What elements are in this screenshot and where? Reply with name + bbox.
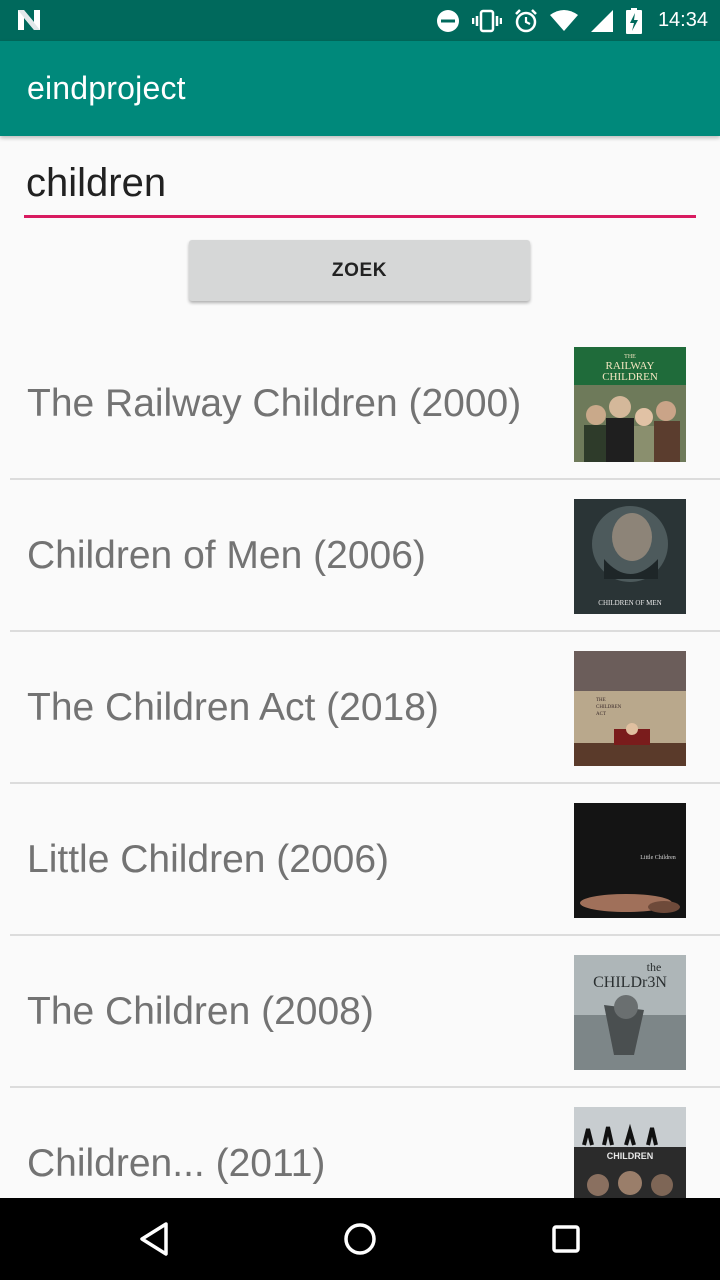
- vibrate-icon: [471, 9, 502, 32]
- poster-text: ACT: [596, 712, 606, 717]
- status-bar: 14:34: [0, 0, 720, 41]
- list-item[interactable]: Little Children (2006) Little Children: [0, 784, 720, 936]
- movie-poster: THE CHILDREN ACT: [574, 651, 686, 766]
- battery-charging-icon: [625, 7, 642, 34]
- app-title: eindproject: [27, 70, 186, 106]
- notification-n-icon: [18, 10, 40, 30]
- poster-text: CHILDREN: [596, 705, 622, 710]
- list-item[interactable]: Children of Men (2006) CHILDREN OF MEN: [0, 480, 720, 632]
- back-icon: [140, 1222, 168, 1256]
- app-bar: eindproject: [0, 41, 720, 136]
- list-item[interactable]: The Children Act (2018) THE CHILDREN ACT: [0, 632, 720, 784]
- recents-icon: [552, 1225, 580, 1253]
- movie-title: The Railway Children (2000): [27, 382, 522, 425]
- poster-text: CHILDREN: [602, 371, 658, 383]
- search-field[interactable]: [24, 150, 696, 218]
- search-underline: [24, 215, 696, 218]
- status-time: 14:34: [657, 9, 708, 31]
- movie-title: Children... (2011): [27, 1142, 326, 1185]
- movie-title: Children of Men (2006): [27, 534, 426, 577]
- back-button[interactable]: [130, 1215, 178, 1263]
- list-item[interactable]: The Children (2008) the CHILDr3N: [0, 936, 720, 1088]
- recents-button[interactable]: [542, 1215, 590, 1263]
- alarm-icon: [515, 8, 537, 32]
- poster-text: THE: [596, 698, 606, 703]
- home-icon: [344, 1223, 376, 1255]
- poster-text: CHILDREN: [607, 1151, 654, 1161]
- poster-text: CHILDREN OF MEN: [598, 599, 661, 607]
- do-not-disturb-icon: [436, 9, 459, 32]
- cell-signal-icon: [590, 9, 613, 32]
- movie-poster: CHILDREN: [574, 1107, 686, 1198]
- movie-title: Little Children (2006): [27, 838, 390, 881]
- movie-poster: THE RAILWAY CHILDREN: [574, 347, 686, 462]
- movie-title: The Children Act (2018): [27, 686, 439, 729]
- search-button[interactable]: ZOEK: [189, 240, 530, 301]
- home-button[interactable]: [336, 1215, 384, 1263]
- wifi-icon: [549, 9, 578, 31]
- list-item[interactable]: Children... (2011) CHILDREN: [0, 1088, 720, 1198]
- movie-poster: Little Children: [574, 803, 686, 918]
- results-list[interactable]: The Railway Children (2000) THE RAILWAY …: [0, 328, 720, 1198]
- poster-text: Little Children: [640, 855, 676, 861]
- search-input[interactable]: [24, 150, 696, 216]
- list-item[interactable]: The Railway Children (2000) THE RAILWAY …: [0, 328, 720, 480]
- movie-title: The Children (2008): [27, 990, 374, 1033]
- poster-text: the: [647, 960, 662, 974]
- movie-poster: CHILDREN OF MEN: [574, 499, 686, 614]
- poster-text: CHILDr3N: [593, 974, 667, 991]
- movie-poster: the CHILDr3N: [574, 955, 686, 1070]
- navigation-bar: [0, 1198, 720, 1280]
